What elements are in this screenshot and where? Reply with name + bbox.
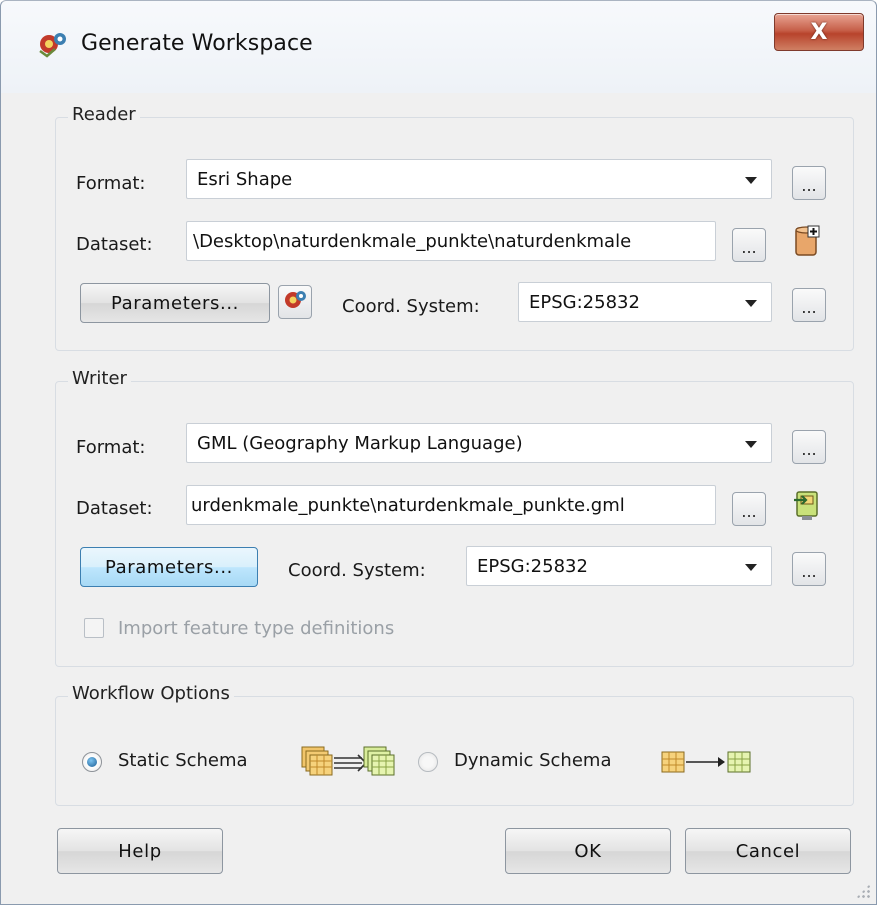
chevron-down-icon [745,564,757,571]
writer-export-button[interactable] [790,490,824,524]
writer-coord-browse-button[interactable]: ... [792,552,826,586]
import-feature-types-label: Import feature type definitions [118,618,395,639]
workflow-options-group: Workflow Options Static Schema Dynamic S… [55,683,854,806]
static-schema-icon [300,745,404,781]
writer-group: Writer Format: GML (Geography Markup Lan… [55,368,854,667]
cancel-button[interactable]: Cancel [685,828,851,874]
reader-dataset-label: Dataset: [76,234,153,255]
reader-format-select[interactable]: Esri Shape [186,159,772,199]
dynamic-schema-radio[interactable] [418,752,438,772]
reader-format-browse-button[interactable]: ... [792,166,826,200]
chevron-down-icon [745,441,757,448]
reader-dataset-browse-button[interactable]: ... [732,228,766,262]
writer-format-value: GML (Geography Markup Language) [197,432,523,454]
reader-group: Reader Format: Esri Shape ... Dataset: \… [55,104,854,351]
static-schema-radio[interactable] [82,752,102,772]
import-feature-types-checkbox[interactable] [84,618,104,638]
reader-add-dataset-button[interactable] [790,224,824,262]
reader-coord-browse-button[interactable]: ... [792,288,826,322]
dynamic-schema-label: Dynamic Schema [454,750,612,771]
reader-parameters-button[interactable]: Parameters... [80,283,270,323]
workflow-legend: Workflow Options [68,683,234,704]
writer-legend: Writer [68,368,131,389]
close-button[interactable]: X [774,13,864,51]
reader-format-value: Esri Shape [197,168,293,190]
writer-format-label: Format: [76,437,146,458]
reader-coord-label: Coord. System: [342,296,480,317]
reader-legend: Reader [68,104,140,125]
writer-parameters-button[interactable]: Parameters... [80,547,258,587]
reader-coord-value: EPSG:25832 [529,291,640,313]
dynamic-schema-icon [660,749,756,779]
reader-coord-icon-button[interactable] [278,285,312,319]
writer-dataset-input[interactable]: urdenkmale_punkte\naturdenkmale_punkte.g… [186,485,716,525]
resize-grip-icon[interactable] [856,884,870,898]
writer-format-browse-button[interactable]: ... [792,430,826,464]
writer-coord-select[interactable]: EPSG:25832 [466,546,772,586]
help-button[interactable]: Help [57,828,223,874]
workspace-gear-icon [35,29,71,59]
ok-button[interactable]: OK [505,828,671,874]
reader-dataset-input[interactable]: \Desktop\naturdenkmale_punkte\naturdenkm… [186,221,716,261]
writer-dataset-browse-button[interactable]: ... [732,492,766,526]
chevron-down-icon [745,300,757,307]
reader-dataset-value: \Desktop\naturdenkmale_punkte\naturdenkm… [193,230,632,252]
static-schema-label: Static Schema [118,750,248,771]
title-bar[interactable]: Generate Workspace X [1,1,876,93]
writer-coord-label: Coord. System: [288,560,426,581]
chevron-down-icon [745,177,757,184]
database-add-icon [792,224,822,262]
reader-format-label: Format: [76,173,146,194]
generate-workspace-dialog: Generate Workspace X Reader Format: Esri… [0,0,877,905]
reader-coord-select[interactable]: EPSG:25832 [518,282,772,322]
globe-gear-icon [282,288,308,316]
writer-coord-value: EPSG:25832 [477,555,588,577]
export-dataset-icon [792,488,822,526]
writer-format-select[interactable]: GML (Geography Markup Language) [186,423,772,463]
window-title: Generate Workspace [81,31,313,56]
writer-dataset-label: Dataset: [76,498,153,519]
writer-dataset-value: urdenkmale_punkte\naturdenkmale_punkte.g… [191,494,625,516]
